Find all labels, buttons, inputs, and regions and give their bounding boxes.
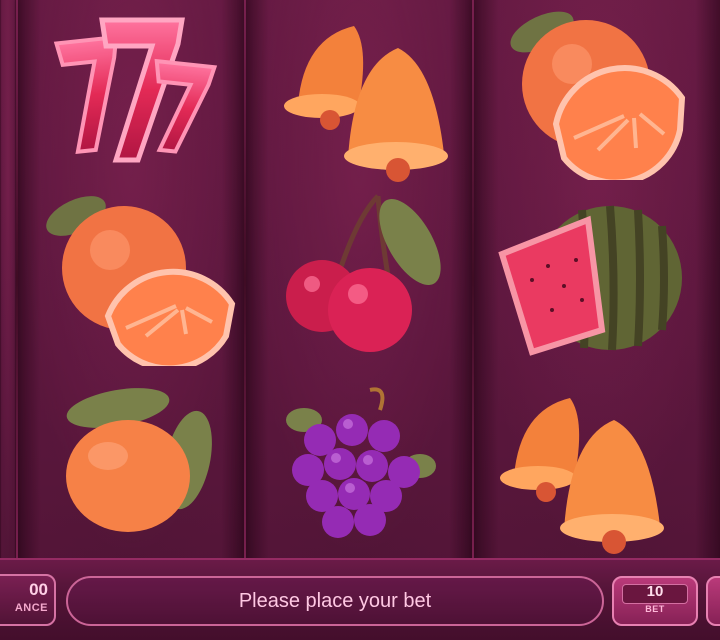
reel-edge: [0, 0, 16, 558]
lemon-icon: [38, 380, 238, 560]
balance-display: 00 ANCE: [0, 574, 56, 626]
reel-3: [474, 0, 720, 558]
bet-label: BET: [645, 604, 665, 614]
watermelon-icon: [492, 190, 692, 370]
orange-icon: [36, 186, 236, 366]
orange-icon: [494, 0, 694, 180]
bell-icon: [258, 8, 458, 188]
bet-button[interactable]: 10 BET: [612, 576, 698, 626]
status-message-text: Please place your bet: [238, 589, 432, 612]
balance-label: ANCE: [14, 602, 48, 614]
reel-2: [245, 0, 473, 560]
lucky-seven-icon: [32, 0, 232, 180]
bell-icon: [484, 380, 684, 560]
slot-machine: 00 ANCE Please place your bet 10 BET: [0, 0, 720, 640]
control-bar: 00 ANCE Please place your bet 10 BET: [0, 558, 720, 640]
status-message: Please place your bet: [66, 576, 604, 626]
bet-value: 10: [646, 583, 664, 600]
grapes-icon: [260, 380, 460, 560]
reel-1: [17, 0, 244, 560]
reel-area: [0, 0, 720, 558]
next-control-button[interactable]: [706, 576, 720, 626]
cherry-icon: [258, 186, 458, 366]
balance-value: 00: [29, 580, 48, 599]
